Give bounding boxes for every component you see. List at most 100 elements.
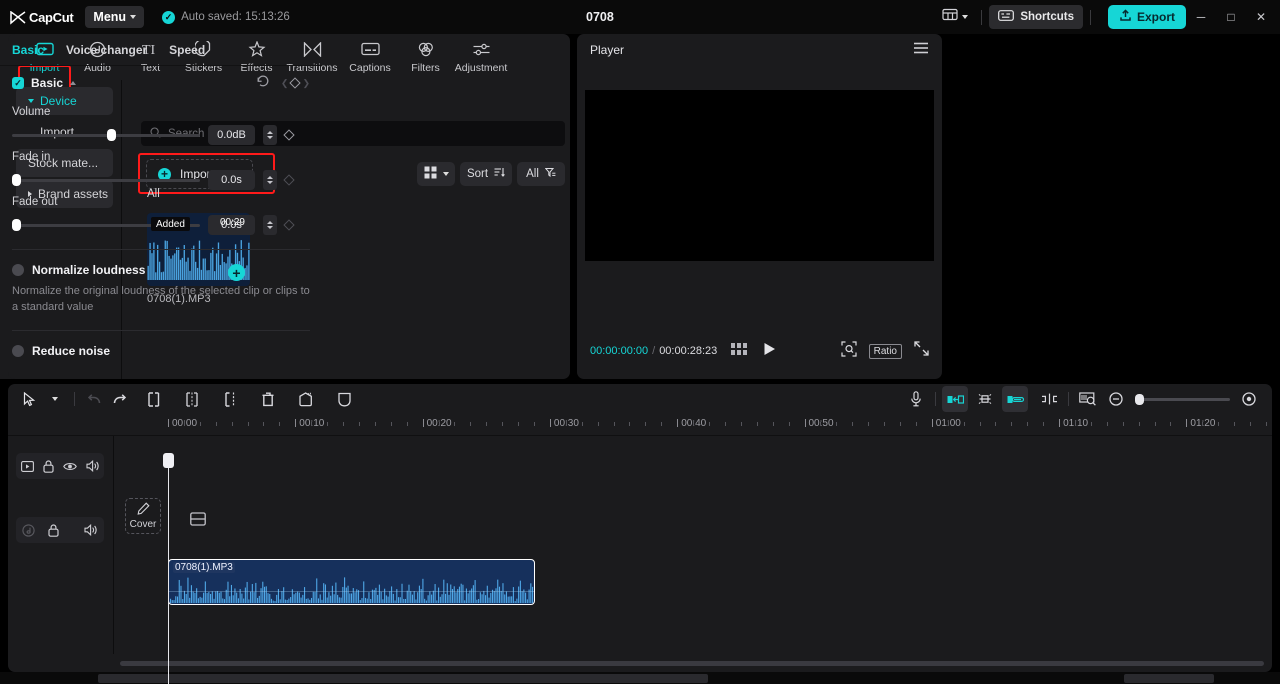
play-icon[interactable] [763, 342, 776, 361]
split-button[interactable] [179, 386, 205, 412]
tab-speed[interactable]: Speed [169, 43, 205, 57]
maximize-button[interactable]: □ [1216, 0, 1246, 34]
playhead[interactable] [163, 453, 174, 684]
timeline-ruler[interactable]: 00:0000:1000:2000:3000:4000:5001:0001:10… [8, 414, 1272, 436]
zoom-out-button[interactable] [1103, 386, 1129, 412]
auto-snap-button[interactable] [972, 386, 998, 412]
cover-button[interactable]: Cover [125, 498, 161, 534]
keyframe-diamond-icon[interactable] [283, 219, 295, 231]
trim-right-button[interactable] [217, 386, 243, 412]
filter-label: All [526, 168, 539, 180]
ruler-minor-tick [836, 422, 838, 426]
track-header-column [8, 436, 114, 654]
zoom-in-button[interactable] [1236, 386, 1262, 412]
volume-keyframe-controls [283, 129, 295, 141]
ruler-minor-tick [1075, 422, 1076, 426]
volume-slider[interactable] [12, 129, 200, 141]
export-button[interactable]: Export [1107, 5, 1186, 29]
playhead-grip[interactable] [163, 453, 174, 468]
volume-stepper[interactable] [263, 125, 277, 145]
preview-track-button[interactable] [1075, 386, 1101, 412]
player-title: Player [590, 43, 625, 57]
tab-captions[interactable]: Captions [341, 35, 399, 79]
ruler-tick [422, 419, 424, 427]
player-canvas[interactable] [585, 90, 934, 261]
filter-button[interactable]: All [517, 162, 565, 186]
keyframe-diamond-icon[interactable] [283, 174, 295, 186]
ruler-minor-tick [215, 422, 217, 426]
add-to-timeline-button[interactable]: + [228, 264, 245, 281]
close-button[interactable]: ✕ [1246, 0, 1276, 34]
mask-button[interactable] [331, 386, 357, 412]
normalize-loudness-label: Normalize loudness [32, 263, 146, 277]
layout-button[interactable] [936, 5, 974, 29]
record-button[interactable] [903, 386, 929, 412]
volume-value[interactable]: 0.0dB [208, 125, 255, 145]
fade-in-slider[interactable] [12, 174, 200, 186]
divider [935, 392, 936, 406]
ruler-tick [677, 419, 679, 427]
view-mode-button[interactable] [417, 162, 455, 186]
fade-out-slider-knob[interactable] [12, 219, 21, 231]
fade-in-slider-knob[interactable] [12, 174, 21, 186]
tab-basic[interactable]: Basic [12, 43, 44, 57]
link-clips-button[interactable] [1002, 386, 1028, 412]
hide-video-track-button[interactable] [62, 461, 77, 472]
select-tool-dropdown[interactable] [42, 386, 68, 412]
frames-icon[interactable] [731, 342, 748, 360]
lock-audio-track-button[interactable] [48, 523, 59, 537]
trim-left-button[interactable] [141, 386, 167, 412]
freeze-frame-button[interactable] [293, 386, 319, 412]
zoom-slider-knob[interactable] [1135, 393, 1144, 405]
filters-icon [417, 40, 435, 58]
delete-button[interactable] [255, 386, 281, 412]
timeline-horizontal-scrollbar[interactable] [120, 661, 1264, 666]
tab-adjustment[interactable]: Adjustment [452, 35, 510, 79]
normalize-loudness-checkbox[interactable] [12, 264, 24, 276]
ratio-button[interactable]: Ratio [868, 343, 902, 359]
ruler-minor-tick [915, 422, 917, 426]
redo-button[interactable] [107, 386, 133, 412]
tab-filters[interactable]: Filters [399, 35, 452, 79]
fullscreen-icon[interactable] [914, 341, 929, 361]
reset-icon[interactable] [256, 74, 270, 93]
keyframe-next-icon[interactable]: ❯ [302, 78, 310, 89]
select-tool[interactable] [16, 386, 42, 412]
snap-to-start-button[interactable] [942, 386, 968, 412]
reduce-noise-checkbox[interactable] [12, 344, 24, 357]
shortcuts-button[interactable]: Shortcuts [989, 5, 1083, 29]
ruler-minor-tick [788, 422, 790, 426]
app-logo: CapCut [10, 10, 74, 25]
minimize-button[interactable]: ─ [1186, 0, 1216, 34]
lock-video-track-button[interactable] [42, 459, 54, 473]
section-divider [12, 329, 310, 331]
hamburger-icon[interactable] [913, 41, 929, 59]
sort-button[interactable]: Sort [460, 162, 512, 186]
fade-out-stepper[interactable] [263, 215, 277, 235]
ruler-minor-tick [1250, 422, 1252, 426]
menu-button[interactable]: Menu [85, 6, 145, 28]
undo-button[interactable] [81, 386, 107, 412]
audio-clip[interactable]: 0708(1).MP3 [168, 559, 535, 605]
chevron-up-icon[interactable] [70, 81, 77, 85]
mute-audio-track-button[interactable] [84, 524, 98, 536]
ruler-minor-tick [231, 422, 233, 426]
reduce-noise-row[interactable]: Reduce noise [12, 344, 310, 358]
tab-voice-changer[interactable]: Voice changer [66, 43, 147, 57]
ruler-minor-tick [581, 422, 583, 426]
zoom-slider[interactable] [1135, 393, 1230, 405]
volume-slider-knob[interactable] [107, 129, 117, 141]
video-track-lane[interactable] [168, 498, 1272, 548]
fade-in-value[interactable]: 0.0s [208, 170, 255, 190]
fade-in-stepper[interactable] [263, 170, 277, 190]
zoom-fit-icon[interactable] [841, 340, 857, 362]
normalize-loudness-row[interactable]: Normalize loudness [12, 263, 310, 277]
capcut-logo-icon [10, 10, 26, 25]
keyframe-diamond-icon[interactable] [289, 77, 302, 89]
grid-view-icon [424, 166, 437, 182]
mute-video-track-button[interactable] [85, 460, 100, 472]
basic-section-checkbox[interactable]: ✓ [12, 77, 24, 89]
keyframe-prev-icon[interactable]: ❮ [281, 78, 289, 89]
keyframe-diamond-icon[interactable] [283, 129, 295, 141]
marker-button[interactable] [1036, 386, 1062, 412]
